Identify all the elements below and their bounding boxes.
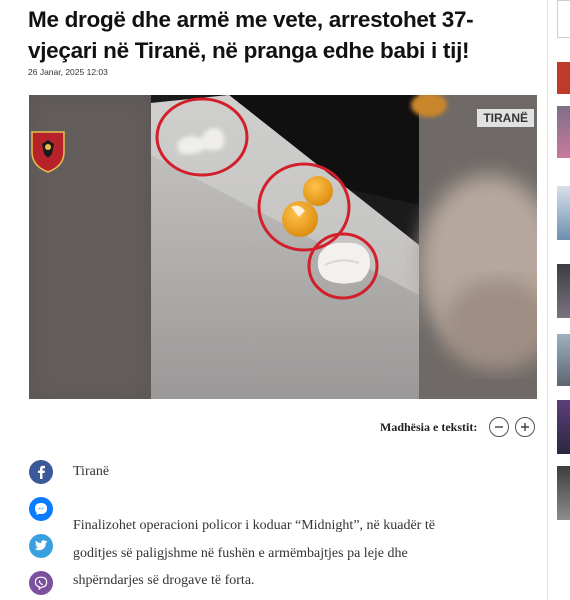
share-twitter-button[interactable]: [29, 534, 53, 558]
sidebar-divider: [547, 0, 548, 600]
article-title: Me drogë dhe armë me vete, arrestohet 37…: [28, 7, 474, 63]
viber-icon: [34, 576, 48, 590]
increase-text-button[interactable]: [515, 417, 536, 437]
sidebar-thumbnail[interactable]: [557, 62, 570, 94]
text-size-control: Madhësia e tekstit:: [380, 414, 536, 440]
photo-scene: [29, 95, 537, 399]
sidebar-thumbnail[interactable]: [557, 106, 570, 158]
facebook-icon: [38, 465, 45, 479]
photo-location-tag: TIRANË: [477, 109, 534, 127]
white-packet-2: [317, 242, 370, 284]
sidebar-thumbnail[interactable]: [557, 400, 570, 454]
article-photo[interactable]: TIRANË: [29, 95, 537, 399]
text-size-label: Madhësia e tekstit:: [380, 419, 478, 434]
decrease-text-button[interactable]: [489, 417, 510, 437]
article-lead: Finalizohet operacioni policor i koduar …: [73, 518, 435, 588]
minus-icon: [495, 426, 504, 428]
sidebar-thumbnail[interactable]: [557, 334, 570, 386]
sidebar-thumbnail[interactable]: [557, 466, 570, 520]
messenger-icon: [35, 503, 47, 515]
twitter-icon: [34, 540, 48, 551]
share-messenger-button[interactable]: [29, 497, 53, 521]
sidebar-search-box[interactable]: [557, 0, 570, 38]
article-place: Tiranë: [73, 464, 110, 479]
plus-icon: [521, 423, 530, 431]
sidebar-thumbnail[interactable]: [557, 264, 570, 318]
share-facebook-button[interactable]: [29, 460, 53, 484]
share-viber-button[interactable]: [29, 571, 53, 595]
article-date: 26 Janar, 2025 12:03: [28, 67, 108, 77]
sidebar-thumbnail[interactable]: [557, 186, 570, 240]
police-logo-icon: [31, 131, 65, 173]
